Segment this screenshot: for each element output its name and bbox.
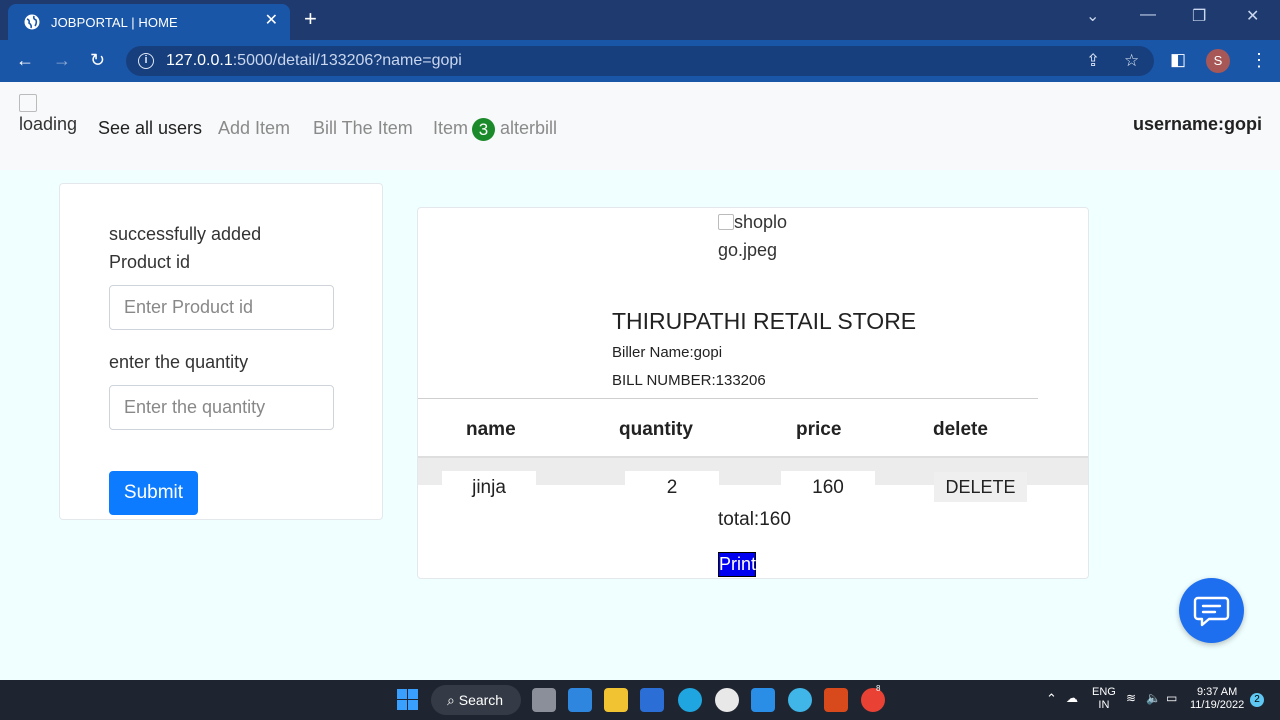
windows-taskbar: ⌕ Search 8 ⌃ ☁ ENG IN ≋ 🔈 ▭ 9:37 AM 11/1… (0, 680, 1280, 720)
brand-logo[interactable]: loading (19, 94, 85, 138)
volume-icon[interactable]: 🔈 (1146, 692, 1161, 705)
forward-icon[interactable]: → (53, 50, 71, 70)
vscode-icon[interactable] (751, 688, 775, 712)
windows-start-icon[interactable] (397, 689, 418, 710)
column-header-delete: delete (933, 419, 988, 440)
address-bar-row: ← → ↻ i 127.0.0.1:5000/detail/133206?nam… (0, 40, 1280, 82)
column-header-quantity: quantity (619, 419, 693, 440)
chat-icon (1193, 596, 1230, 627)
delete-button[interactable]: DELETE (934, 472, 1027, 502)
tray-app-icon[interactable]: ☁ (1066, 692, 1078, 705)
column-header-price: price (796, 419, 842, 440)
close-tab-icon[interactable]: ✕ (265, 11, 278, 31)
quantity-input[interactable] (109, 385, 334, 430)
edge-icon[interactable] (678, 688, 702, 712)
add-product-form: successfully added Product id enter the … (59, 183, 383, 520)
cell-quantity: 2 (625, 471, 719, 503)
nav-bill-the-item[interactable]: Bill The Item (313, 118, 413, 139)
cart-count-badge: 3 (472, 118, 495, 141)
wifi-icon[interactable]: ≋ (1126, 692, 1136, 705)
browser-tab[interactable]: JOBPORTAL | HOME ✕ (8, 4, 290, 40)
chrome-icon[interactable] (861, 688, 885, 712)
widgets-icon[interactable] (568, 688, 592, 712)
globe-icon (24, 14, 40, 30)
task-view-icon[interactable] (532, 688, 556, 712)
site-navbar: loading See all users Add Item Bill The … (0, 82, 1280, 170)
quantity-label: enter the quantity (109, 352, 249, 372)
file-explorer-icon[interactable] (604, 688, 628, 712)
tab-title: JOBPORTAL | HOME (51, 15, 178, 30)
column-header-name: name (466, 419, 516, 440)
nav-add-item[interactable]: Add Item (218, 118, 290, 139)
reload-icon[interactable]: ↻ (90, 50, 105, 70)
back-icon[interactable]: ← (16, 50, 34, 70)
shop-logo: shoplogo.jpeg (718, 208, 788, 264)
tab-search-icon[interactable]: ⌄ (1086, 6, 1099, 26)
restore-icon[interactable]: ❐ (1192, 6, 1206, 26)
minimize-icon[interactable]: — (1140, 6, 1156, 24)
bill-number: BILL NUMBER:133206 (612, 372, 766, 389)
python-icon[interactable] (788, 688, 812, 712)
submit-button[interactable]: Submit (109, 471, 198, 515)
side-panel-icon[interactable]: ◧ (1170, 50, 1186, 70)
bill-card: shoplogo.jpeg THIRUPATHI RETAIL STORE Bi… (417, 207, 1089, 579)
tray-overflow-icon[interactable]: ⌃ (1046, 692, 1057, 705)
site-info-icon[interactable]: i (138, 53, 154, 69)
broken-image-icon (718, 214, 734, 230)
profile-avatar[interactable]: S (1206, 49, 1230, 73)
language-indicator[interactable]: ENG IN (1092, 686, 1116, 712)
store-name: THIRUPATHI RETAIL STORE (612, 308, 917, 334)
url-bar[interactable]: i 127.0.0.1:5000/detail/133206?name=gopi… (126, 46, 1154, 76)
bill-total: total:160 (718, 509, 791, 530)
battery-icon[interactable]: ▭ (1166, 692, 1177, 705)
print-button[interactable]: Print (718, 552, 756, 577)
store-icon[interactable] (640, 688, 664, 712)
notification-badge[interactable]: 2 (1250, 693, 1264, 707)
url-text: 127.0.0.1:5000/detail/133206?name=gopi (166, 52, 462, 69)
browser-tab-bar: JOBPORTAL | HOME ✕ + ⌄ — ❐ ✕ (0, 0, 1280, 40)
chat-button[interactable] (1179, 578, 1244, 643)
clock[interactable]: 9:37 AM 11/19/2022 (1190, 686, 1244, 712)
biller-name: Biller Name:gopi (612, 344, 723, 361)
bookmark-star-icon[interactable]: ☆ (1124, 51, 1139, 71)
nav-see-all-users[interactable]: See all users (98, 118, 202, 139)
product-id-input[interactable] (109, 285, 334, 330)
window-close-icon[interactable]: ✕ (1246, 6, 1259, 26)
nav-alterbill[interactable]: alterbill (500, 118, 557, 139)
product-id-label: Product id (109, 252, 191, 272)
chrome-window-count: 8 (876, 684, 881, 693)
taskbar-search-label: Search (458, 692, 504, 708)
taskbar-search[interactable]: ⌕ Search (431, 685, 521, 715)
broken-image-icon (19, 94, 37, 112)
brand-logo-alt: loading (19, 114, 78, 134)
office-icon[interactable] (824, 688, 848, 712)
cell-name: jinja (442, 471, 536, 503)
username-label: username:gopi (1132, 114, 1262, 134)
share-icon[interactable]: ⇪ (1086, 51, 1100, 71)
cell-price: 160 (781, 471, 875, 503)
success-message: successfully added (109, 224, 262, 244)
nav-item[interactable]: Item (433, 118, 468, 139)
github-icon[interactable] (715, 688, 739, 712)
menu-dots-icon[interactable]: ⋮ (1250, 50, 1268, 70)
new-tab-icon[interactable]: + (304, 6, 317, 32)
divider (418, 398, 1038, 399)
